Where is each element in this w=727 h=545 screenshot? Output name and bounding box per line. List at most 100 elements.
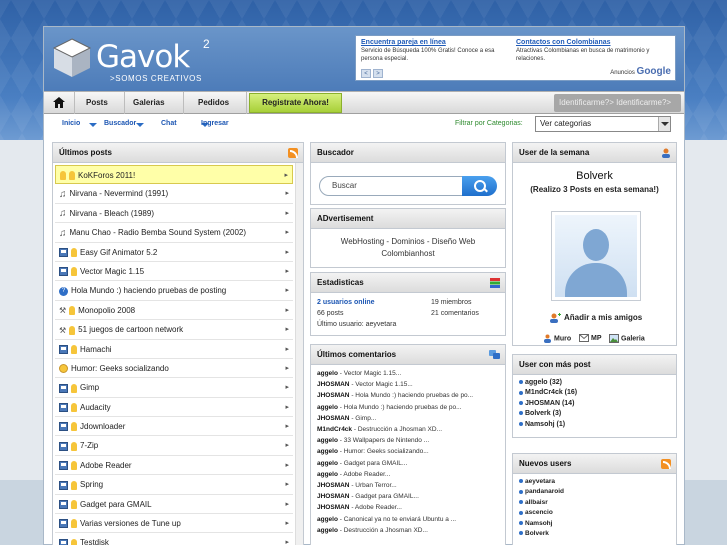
post-item[interactable]: ♫ Nirvana - Nevermind (1991) ▸ <box>55 184 293 204</box>
comment-user[interactable]: JHOSMAN <box>317 504 350 511</box>
comment-user[interactable]: aggelo <box>317 404 338 411</box>
post-item[interactable]: Vector Magic 1.15 ▸ <box>55 262 293 282</box>
comment-item[interactable]: JHOSMAN - Urban Terror... <box>311 480 505 491</box>
comment-text[interactable]: - Gimp... <box>350 415 376 422</box>
stats-online[interactable]: 2 usuarios online <box>317 299 375 306</box>
list-item[interactable]: JHOSMAN (14) <box>513 399 676 409</box>
comment-text[interactable]: - Destrucción a Jhosman XD... <box>338 527 428 534</box>
list-item[interactable]: Bolverk (3) <box>513 409 676 419</box>
category-select[interactable]: Ver categorias <box>535 116 671 132</box>
comment-user[interactable]: JHOSMAN <box>317 493 350 500</box>
subnav-chat[interactable]: Chat <box>161 120 177 127</box>
comment-item[interactable]: aggelo - 33 Wallpapers de Nintendo ... <box>311 435 505 446</box>
post-item[interactable]: Gimp ▸ <box>55 378 293 398</box>
ad-prev-button[interactable]: < <box>361 69 371 78</box>
post-item[interactable]: Audacity ▸ <box>55 398 293 418</box>
post-item[interactable]: Adobe Reader ▸ <box>55 456 293 476</box>
comment-user[interactable]: JHOSMAN <box>317 381 350 388</box>
nav-pedidos[interactable]: Pedidos <box>184 92 247 127</box>
comment-text[interactable]: - 33 Wallpapers de Nintendo ... <box>338 437 429 444</box>
list-item[interactable]: Namsohj <box>513 519 676 529</box>
advert-line-1[interactable]: WebHosting - Dominios - Diseño Web <box>311 236 505 248</box>
nav-home[interactable] <box>44 92 75 114</box>
ad-item-1-title[interactable]: Encuentra pareja en línea <box>361 39 511 46</box>
comment-user[interactable]: JHOSMAN <box>317 392 350 399</box>
rss-icon[interactable] <box>661 459 671 469</box>
comment-item[interactable]: aggelo - Gadget para GMAIL... <box>311 458 505 469</box>
comment-item[interactable]: aggelo - Destrucción a Jhosman XD... <box>311 525 505 536</box>
comment-user[interactable]: aggelo <box>317 516 338 523</box>
comment-user[interactable]: aggelo <box>317 448 338 455</box>
list-item[interactable]: M1ndCr4ck (16) <box>513 388 676 398</box>
comment-item[interactable]: JHOSMAN - Hola Mundo :) haciendo pruebas… <box>311 390 505 401</box>
comment-user[interactable]: aggelo <box>317 437 338 444</box>
post-item[interactable]: ♫ Manu Chao - Radio Bemba Sound System (2… <box>55 223 293 243</box>
list-item[interactable]: aeyvetara <box>513 477 676 487</box>
comment-item[interactable]: aggelo - Humor: Geeks socializando... <box>311 446 505 457</box>
post-item[interactable]: Hamachi ▸ <box>55 340 293 359</box>
comment-user[interactable]: aggelo <box>317 471 338 478</box>
user-gallery-link[interactable]: Galeria <box>609 334 645 343</box>
post-item[interactable]: 7-Zip ▸ <box>55 436 293 456</box>
list-item[interactable]: aggelo (32) <box>513 378 676 388</box>
user-week-name[interactable]: Bolverk <box>513 163 676 182</box>
search-button[interactable] <box>462 176 497 196</box>
comment-item[interactable]: aggelo - Adobe Reader... <box>311 469 505 480</box>
comment-text[interactable]: - Adobe Reader... <box>350 504 402 511</box>
subnav-inicio[interactable]: Inicio <box>62 120 80 127</box>
post-item[interactable]: Easy Gif Animator 5.2 ▸ <box>55 243 293 262</box>
comment-item[interactable]: JHOSMAN - Gadget para GMAIL... <box>311 491 505 502</box>
list-item[interactable]: pandanaroid <box>513 487 676 497</box>
comment-text[interactable]: - Destrucción a Jhosman XD... <box>352 426 442 433</box>
post-item[interactable]: ⚒ 51 juegos de cartoon network ▸ <box>55 320 293 340</box>
post-item[interactable]: ♫ Nirvana - Bleach (1989) ▸ <box>55 204 293 224</box>
comment-item[interactable]: M1ndCr4ck - Destrucción a Jhosman XD... <box>311 424 505 435</box>
comment-item[interactable]: JHOSMAN - Gimp... <box>311 413 505 424</box>
comment-user[interactable]: JHOSMAN <box>317 482 350 489</box>
ad-next-button[interactable]: > <box>373 69 383 78</box>
post-item[interactable]: Spring ▸ <box>55 475 293 495</box>
ad-brand[interactable]: Anuncios Google <box>610 66 671 77</box>
comment-text[interactable]: - Vector Magic 1.15... <box>338 370 401 377</box>
posts-scrollbar[interactable] <box>295 163 303 545</box>
nav-galerias[interactable]: Galerias <box>125 92 184 127</box>
subnav-buscador[interactable]: Buscador <box>104 120 136 127</box>
comment-item[interactable]: JHOSMAN - Vector Magic 1.15... <box>311 379 505 390</box>
post-item[interactable]: ⚒ Monopolio 2008 ▸ <box>55 301 293 321</box>
comment-user[interactable]: aggelo <box>317 527 338 534</box>
comment-text[interactable]: - Canonical ya no te enviará Ubuntu a ..… <box>338 516 456 523</box>
list-item[interactable]: Bolverk <box>513 529 676 539</box>
post-item[interactable]: Varias versiones de Tune up ▸ <box>55 514 293 534</box>
nav-posts[interactable]: Posts <box>75 92 125 127</box>
comment-text[interactable]: - Hola Mundo :) haciendo pruebas de po..… <box>350 392 473 399</box>
ad-item-1[interactable]: Encuentra pareja en línea Servicio de Bú… <box>361 39 511 63</box>
chevron-down-icon[interactable] <box>658 117 670 131</box>
comment-item[interactable]: JHOSMAN - Adobe Reader... <box>311 502 505 513</box>
rss-icon[interactable] <box>288 148 298 158</box>
comment-text[interactable]: - Humor: Geeks socializando... <box>338 448 429 455</box>
post-item[interactable]: Humor: Geeks socializando ▸ <box>55 359 293 379</box>
comment-text[interactable]: - Gadget para GMAIL... <box>338 460 408 467</box>
post-item[interactable]: Gadget para GMAIL ▸ <box>55 495 293 515</box>
comment-item[interactable]: aggelo - Canonical ya no te enviará Ubun… <box>311 514 505 525</box>
comment-text[interactable]: - Urban Terror... <box>350 482 396 489</box>
comment-text[interactable]: - Gadget para GMAIL... <box>350 493 419 500</box>
user-pm-link[interactable]: MP <box>579 334 602 342</box>
avatar[interactable] <box>551 211 641 301</box>
post-item[interactable]: KoKForos 2011! ▸ <box>55 165 293 185</box>
post-item[interactable]: Testdisk ▸ <box>55 533 293 545</box>
comment-user[interactable]: aggelo <box>317 370 338 377</box>
post-item[interactable]: Jdownloader ▸ <box>55 417 293 437</box>
comment-user[interactable]: aggelo <box>317 460 338 467</box>
ad-item-2-title[interactable]: Contactos con Colombianas <box>516 39 666 46</box>
add-friend-button[interactable]: Añadir a mis amigos <box>550 313 642 323</box>
comment-item[interactable]: aggelo - Hola Mundo :) haciendo pruebas … <box>311 402 505 413</box>
list-item[interactable]: allbaisr <box>513 498 676 508</box>
user-wall-link[interactable]: Muro <box>543 334 571 343</box>
register-button[interactable]: Registrate Ahora! <box>249 93 342 113</box>
site-logo[interactable]: Gavok 2 >SOMOS CREATIVOS <box>52 37 212 85</box>
comment-text[interactable]: - Vector Magic 1.15... <box>350 381 412 388</box>
ad-item-2[interactable]: Contactos con Colombianas Atractivas Col… <box>516 39 666 63</box>
comment-text[interactable]: - Adobe Reader... <box>338 471 391 478</box>
comment-user[interactable]: M1ndCr4ck <box>317 426 352 433</box>
